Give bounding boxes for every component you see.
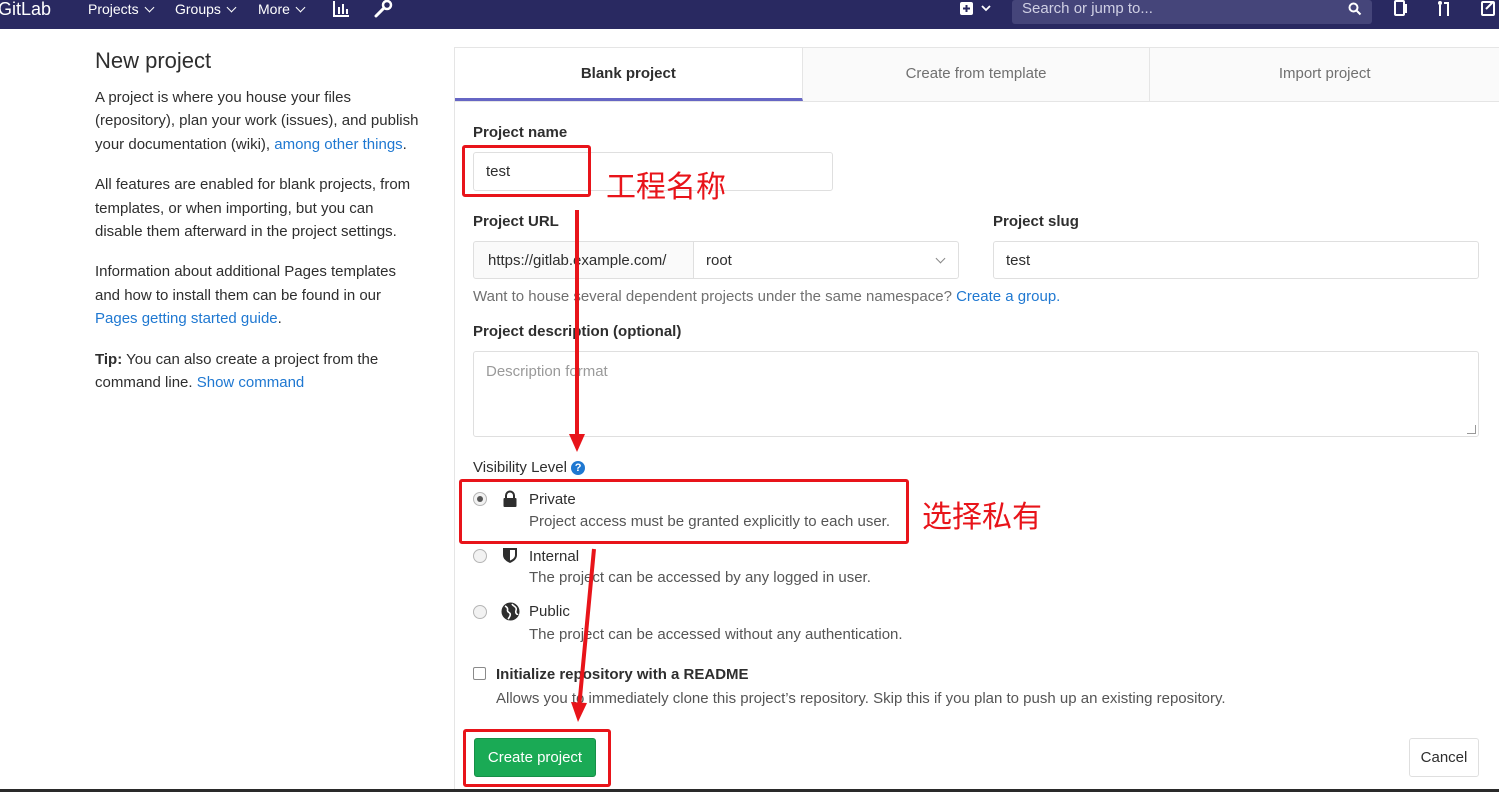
arrow-to-create [577,548,596,709]
arrowhead-visibility [569,434,585,452]
annotation-arrows [569,210,596,722]
arrowhead-create [571,702,587,722]
